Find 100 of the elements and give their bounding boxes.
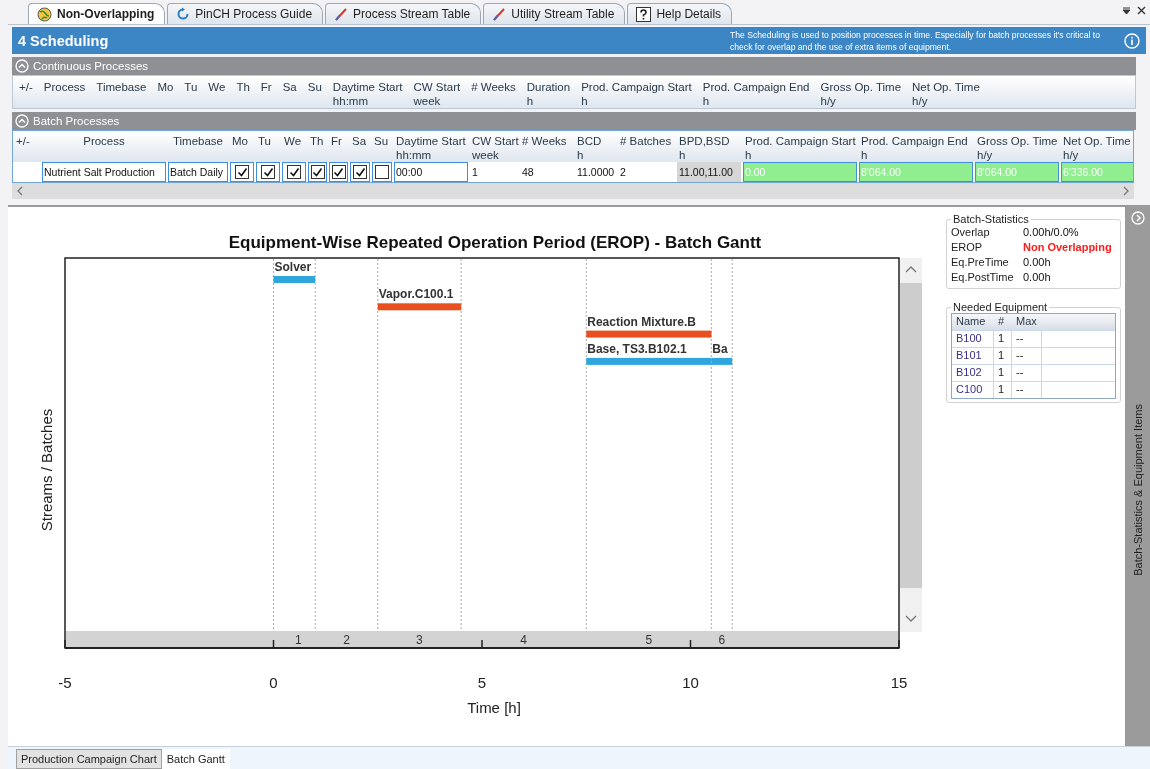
tick-label: 0 xyxy=(269,674,278,691)
segment-label: 5 xyxy=(645,633,653,647)
stat-label: Eq.PreTime xyxy=(951,255,1010,270)
column-header: Mo xyxy=(229,131,255,162)
table-cell: 1 xyxy=(994,347,1012,364)
stat-label: EROP xyxy=(951,240,984,255)
info-icon[interactable] xyxy=(1124,32,1140,49)
stat-value: 0.00h xyxy=(1023,270,1052,285)
column-header: Tu xyxy=(255,131,281,162)
scroll-right-icon[interactable] xyxy=(1122,186,1130,196)
result-cell: 6'336.00 xyxy=(1061,162,1133,182)
section-title: Batch Processes xyxy=(33,115,120,127)
column-header: Th xyxy=(307,131,328,162)
column-header: Prod. Campaign End h xyxy=(858,131,974,162)
table-cell: 1 xyxy=(994,330,1012,347)
collapse-icon[interactable] xyxy=(15,114,29,128)
vertical-scrollbar[interactable] xyxy=(900,258,922,632)
side-panel-tab[interactable]: Batch-Statistics & Equipment Items xyxy=(1125,207,1150,746)
column-header: Sa xyxy=(349,131,371,162)
stat-value: Non Overlapping xyxy=(1023,240,1113,255)
segment-label: 1 xyxy=(295,633,302,647)
column-header: We xyxy=(208,80,226,95)
stat-value: 0.00h/0.0% xyxy=(1023,225,1080,240)
column-header: CW Start week xyxy=(469,131,519,162)
segment-label: 2 xyxy=(343,633,350,647)
column-header: Su xyxy=(371,131,393,162)
tab[interactable]: Production Campaign Chart xyxy=(16,749,162,769)
table-cell: C100 xyxy=(952,381,994,398)
tab[interactable]: Process Stream Table xyxy=(325,3,482,24)
input-field[interactable]: 00:00 xyxy=(394,162,468,182)
tab[interactable]: Non-Overlapping xyxy=(28,3,166,24)
column-header: Fr xyxy=(328,131,349,162)
segment-label: 4 xyxy=(520,633,528,647)
stat-value: 0.00h xyxy=(1023,255,1052,270)
x-axis-label: Time [h] xyxy=(467,699,521,716)
column-header: Prod. Campaign Start h xyxy=(581,80,692,104)
column-header: Timebase xyxy=(96,80,147,95)
column-header: Name xyxy=(952,314,994,330)
table-cell: 1 xyxy=(994,364,1012,381)
tab[interactable]: Utility Stream Table xyxy=(483,3,626,24)
column-header: BCD h xyxy=(574,131,617,162)
expand-icon[interactable] xyxy=(1130,211,1145,225)
column-header: Su xyxy=(307,80,322,95)
close-icon[interactable] xyxy=(1137,6,1146,15)
group-title: Needed Equipment xyxy=(952,301,1049,313)
column-header: Timebase xyxy=(167,131,229,162)
column-header: We xyxy=(281,131,307,162)
input-field[interactable]: Nutrient Salt Production xyxy=(42,162,166,182)
chart-title: Equipment-Wise Repeated Operation Period (EROP) - Batch Gantt xyxy=(228,233,762,252)
scroll-left-icon[interactable] xyxy=(16,186,24,196)
page-title: 4 Scheduling xyxy=(18,32,110,49)
column-header: # xyxy=(994,314,1012,330)
collapse-icon[interactable] xyxy=(15,59,29,73)
column-header: Net Op. Time h/y xyxy=(1060,131,1133,162)
tick-label: -5 xyxy=(58,674,72,691)
refresh-icon xyxy=(176,7,191,21)
table-cell: 11.00,11.00 xyxy=(677,162,741,182)
stat-label: Overlap xyxy=(951,225,991,240)
column-header: # Batches xyxy=(617,131,676,162)
column-header: Tu xyxy=(184,80,198,95)
column-header: Gross Op. Time h/y xyxy=(974,131,1060,162)
column-header: CW Start week xyxy=(413,80,461,104)
table-cell: -- xyxy=(1012,381,1042,398)
bar-label: Solver xyxy=(274,260,312,274)
table-cell: B100 xyxy=(952,330,994,347)
stat-label: Eq.PostTime xyxy=(951,270,1015,285)
input-field[interactable]: Batch Daily xyxy=(168,162,228,182)
dropdown-icon[interactable] xyxy=(1122,6,1131,15)
tab[interactable]: Batch Gantt xyxy=(161,749,230,769)
page-description: The Scheduling is used to position processes in time. Especially for batch processes it's critical to check for overlap and the use of extra items of equipment. xyxy=(730,28,1101,53)
side-panel-label: Batch-Statistics & Equipment Items xyxy=(1131,403,1144,576)
table-cell: -- xyxy=(1012,347,1042,364)
column-header: # Weeks xyxy=(471,80,516,95)
horizontal-scrollbar[interactable] xyxy=(12,183,1134,199)
section-title: Continuous Processes xyxy=(33,60,149,72)
column-header: Th xyxy=(236,80,250,95)
checkbox[interactable] xyxy=(261,165,275,179)
column-header: Duration h xyxy=(526,80,571,104)
checkbox[interactable] xyxy=(235,165,249,179)
column-header: # Weeks xyxy=(519,131,574,162)
column-header: Prod. Campaign Start h xyxy=(742,131,858,162)
pen-icon xyxy=(334,7,349,21)
segment-label: 6 xyxy=(718,633,726,647)
table-cell: -- xyxy=(1012,330,1042,347)
table-cell: -- xyxy=(1012,364,1042,381)
column-header: +/- xyxy=(19,80,33,95)
bar-label: Vapor.C100.1 xyxy=(378,287,454,302)
tab[interactable]: PinCH Process Guide xyxy=(167,3,324,24)
result-cell: 0.00 xyxy=(743,162,857,182)
pen-icon xyxy=(492,7,507,21)
bar-label: Ba xyxy=(712,341,728,356)
column-header: Process xyxy=(41,131,167,162)
column-header: Process xyxy=(43,80,86,95)
bar-label: Base, TS3.B102.1 xyxy=(587,341,687,356)
table-cell: 1 xyxy=(994,381,1012,398)
checkbox[interactable] xyxy=(287,165,301,179)
tick-label: 15 xyxy=(890,674,908,691)
tab[interactable]: Help Details xyxy=(627,3,733,24)
column-header: Sa xyxy=(282,80,297,95)
column-header: Daytime Start hh:mm xyxy=(332,80,403,104)
